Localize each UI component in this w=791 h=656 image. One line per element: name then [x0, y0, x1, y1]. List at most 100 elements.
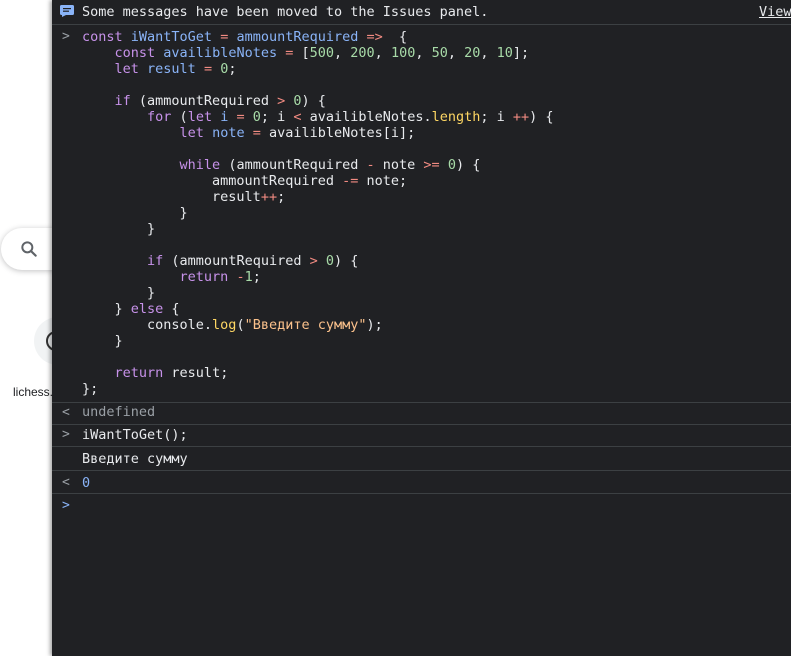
code-token: 10	[496, 45, 513, 61]
code-line[interactable]: ammountRequired -= note;	[82, 173, 407, 189]
code-token: }	[82, 333, 123, 349]
message-icon	[60, 5, 74, 17]
code-token: (ammountRequired	[130, 93, 278, 109]
console-result-entry: < 0	[52, 471, 791, 494]
view-issues-link[interactable]: View	[759, 4, 791, 20]
code-token: note;	[358, 173, 408, 189]
code-token: console.	[82, 317, 213, 333]
code-line[interactable]: let result = 0;	[82, 61, 237, 77]
console-input-entry[interactable]: > const iWantToGet = ammountRequired => …	[52, 25, 791, 403]
code-token: }	[82, 205, 188, 221]
code-token: 20	[464, 45, 481, 61]
code-token: =	[195, 61, 221, 77]
code-token: <	[293, 109, 302, 125]
code-token: availibleNotes	[163, 45, 278, 61]
code-line[interactable]: result++;	[82, 189, 285, 205]
console-prompt[interactable]: >	[52, 494, 791, 518]
code-line[interactable]: let note = availibleNotes[i];	[82, 125, 416, 141]
code-token: >=	[423, 157, 440, 173]
code-line[interactable]: }	[82, 333, 123, 349]
code-token: (	[171, 109, 188, 125]
code-token: {	[163, 301, 180, 317]
code-token: [	[301, 45, 310, 61]
call-expression[interactable]: iWantToGet();	[82, 427, 188, 443]
code-token: -=	[342, 173, 359, 189]
result-arrow-icon: <	[62, 405, 70, 420]
code-token: ,	[415, 45, 432, 61]
code-token: ,	[480, 45, 497, 61]
code-line[interactable]: if (ammountRequired > 0) {	[82, 253, 358, 269]
code-token: "Введите сумму"	[244, 317, 367, 333]
code-token: result	[147, 61, 196, 77]
code-token: =	[244, 125, 269, 141]
code-token: (ammountRequired	[220, 157, 367, 173]
code-token: }	[82, 285, 156, 301]
code-line[interactable]: }	[82, 285, 155, 301]
code-line[interactable]: }	[82, 205, 188, 221]
code-token: ,	[374, 45, 391, 61]
code-line[interactable]: const iWantToGet = ammountRequired => {	[82, 29, 407, 45]
code-token: >	[309, 253, 318, 269]
code-token: ;	[228, 61, 237, 77]
code-line[interactable]: for (let i = 0; i < availibleNotes.lengt…	[82, 109, 554, 125]
code-line[interactable]: return -1;	[82, 269, 261, 285]
code-token: 0	[252, 109, 261, 125]
issues-info-text: Some messages have been moved to the Iss…	[82, 4, 489, 20]
console-input-entry[interactable]: > iWantToGet();	[52, 425, 791, 447]
code-token: ) {	[455, 157, 481, 173]
code-line[interactable]: while (ammountRequired - note >= 0) {	[82, 157, 481, 173]
input-prompt-icon: >	[62, 29, 70, 44]
result-value[interactable]: 0	[82, 475, 90, 491]
code-token: length	[431, 109, 481, 125]
code-line[interactable]: };	[82, 381, 98, 397]
code-token: availibleNotes[i];	[268, 125, 416, 141]
code-line[interactable]: if (ammountRequired > 0) {	[82, 93, 326, 109]
code-line[interactable]: console.log("Введите сумму");	[82, 317, 383, 333]
code-token: ammountRequired	[82, 173, 343, 189]
code-token: =	[228, 109, 253, 125]
code-token: ,	[334, 45, 351, 61]
code-token: ammountRequired	[236, 29, 359, 45]
code-line[interactable]: return result;	[82, 365, 229, 381]
code-token: (ammountRequired	[163, 253, 310, 269]
code-line[interactable]: const availibleNotes = [500, 200, 100, 5…	[82, 45, 530, 61]
background-page: lichess.	[0, 0, 82, 656]
code-token: 50	[431, 45, 448, 61]
code-token: ,	[447, 45, 465, 61]
code-token: while	[179, 157, 221, 173]
shortcut-label[interactable]: lichess.	[13, 385, 53, 399]
code-line[interactable]: } else {	[82, 301, 180, 317]
code-token: note	[212, 125, 245, 141]
code-token: 500	[309, 45, 335, 61]
code-token: =	[277, 45, 302, 61]
code-token: };	[82, 381, 99, 397]
code-token: ];	[512, 45, 530, 61]
code-token: }	[82, 221, 156, 237]
result-undefined[interactable]: undefined	[82, 404, 155, 420]
code-token: let	[114, 61, 148, 77]
code-line[interactable]: }	[82, 221, 155, 237]
code-token: ) {	[301, 93, 326, 109]
code-token: 1	[244, 269, 253, 285]
console-result-entry: < undefined	[52, 403, 791, 425]
log-message[interactable]: Введите сумму	[82, 451, 188, 467]
code-token: result;	[163, 365, 229, 381]
issues-info-bar: Some messages have been moved to the Iss…	[52, 0, 791, 25]
code-token: 200	[350, 45, 375, 61]
devtools-console: Some messages have been moved to the Iss…	[52, 0, 791, 656]
code-token: 0	[293, 93, 302, 109]
code-token: -	[236, 269, 245, 285]
code-token: if	[147, 253, 164, 269]
console-log-entry: Введите сумму	[52, 447, 791, 471]
code-token: );	[366, 317, 383, 333]
code-token: =>	[358, 29, 383, 45]
